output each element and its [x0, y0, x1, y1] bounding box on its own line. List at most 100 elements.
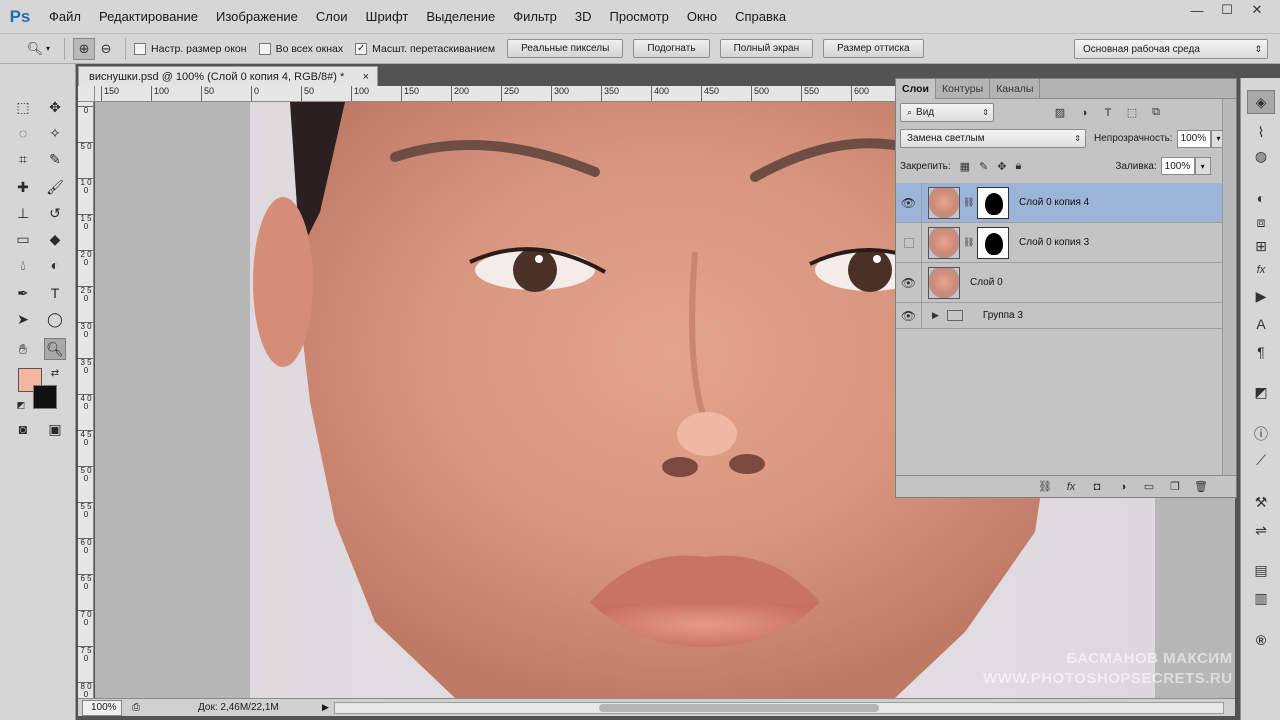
- layer-name[interactable]: Слой 0 копия 3: [1019, 237, 1089, 248]
- all-windows-checkbox[interactable]: Во всех окнах: [258, 42, 343, 55]
- layer-row[interactable]: ⛓︎ Слой 0 копия 3: [896, 223, 1222, 263]
- ruler-origin[interactable]: [78, 86, 95, 102]
- mask-link-icon[interactable]: ⛓︎: [963, 197, 974, 208]
- workspace-select[interactable]: Основная рабочая среда ⇕: [1074, 39, 1268, 59]
- print-size-button[interactable]: Размер оттиска: [823, 39, 924, 58]
- screen-mode-icon[interactable]: ▣: [44, 418, 66, 440]
- blend-mode-select[interactable]: Замена светлым ⇕: [900, 129, 1086, 148]
- properties-panel-icon[interactable]: ⧈: [1247, 210, 1275, 234]
- layers-panel-icon[interactable]: ◈: [1247, 90, 1275, 114]
- zoom-tool-preset-icon[interactable]: 🔍︎: [24, 38, 46, 60]
- channels-panel-icon[interactable]: ◍: [1247, 144, 1275, 168]
- notes-panel-icon[interactable]: ▤: [1247, 558, 1275, 582]
- trash-icon[interactable]: 🗑︎: [1188, 480, 1214, 493]
- brush-presets-icon[interactable]: ⇌: [1247, 518, 1275, 542]
- paragraph-panel-icon[interactable]: ¶: [1247, 340, 1275, 364]
- document-size[interactable]: Док: 2,46M/22,1M: [198, 702, 279, 713]
- brush-tool-icon[interactable]: 🖌︎: [44, 176, 66, 198]
- tool-presets-icon[interactable]: ⚒: [1247, 490, 1275, 514]
- zoom-level-input[interactable]: 100%: [82, 699, 122, 716]
- document-tab[interactable]: виснушки.psd @ 100% (Слой 0 копия 4, RGB…: [78, 66, 378, 86]
- menu-filter[interactable]: Фильтр: [504, 9, 566, 24]
- menu-file[interactable]: Файл: [40, 9, 90, 24]
- panel-scrollbar[interactable]: [1222, 99, 1236, 475]
- zoom-tool-icon[interactable]: 🔍︎: [44, 338, 66, 360]
- tab-paths[interactable]: Контуры: [936, 79, 991, 99]
- expand-arrow-icon[interactable]: ▶: [932, 310, 939, 321]
- mask-link-icon[interactable]: ⛓︎: [963, 237, 974, 248]
- visibility-eye-icon[interactable]: 👁︎: [896, 303, 922, 328]
- clone-source-icon[interactable]: ▥: [1247, 586, 1275, 610]
- swap-colors-icon[interactable]: ⇄: [44, 362, 66, 384]
- status-menu-arrow-icon[interactable]: ▶: [322, 702, 329, 713]
- adjustment-filter-icon[interactable]: ◑: [1076, 105, 1092, 121]
- menu-edit[interactable]: Редактирование: [90, 9, 207, 24]
- full-screen-button[interactable]: Полный экран: [719, 39, 814, 58]
- lock-transparency-icon[interactable]: ▦: [960, 160, 970, 173]
- visibility-eye-icon[interactable]: 👁︎: [896, 183, 922, 222]
- default-colors-icon[interactable]: ◩: [10, 394, 32, 416]
- ellipse-tool-icon[interactable]: ◯: [44, 308, 66, 330]
- zoom-out-icon[interactable]: ⊖: [95, 38, 117, 60]
- menu-type[interactable]: Шрифт: [357, 9, 418, 24]
- history-brush-icon[interactable]: ↺: [44, 202, 66, 224]
- pixel-filter-icon[interactable]: ▨: [1052, 105, 1068, 121]
- link-layers-icon[interactable]: ⛓︎: [1032, 480, 1058, 493]
- hand-tool-icon[interactable]: ✋︎: [12, 338, 34, 360]
- paths-panel-icon[interactable]: ⌇: [1247, 120, 1275, 144]
- layer-thumbnail[interactable]: [928, 186, 960, 219]
- layer-row[interactable]: 👁︎ ▶ Группа 3: [896, 303, 1222, 329]
- scrollbar-thumb[interactable]: [599, 704, 879, 712]
- tab-channels[interactable]: Каналы: [990, 79, 1041, 99]
- crop-tool-icon[interactable]: ⌗: [12, 148, 34, 170]
- shape-filter-icon[interactable]: ⬚: [1124, 105, 1140, 121]
- preset-chevron-down-icon[interactable]: ▾: [46, 44, 50, 53]
- layer-row[interactable]: 👁︎ Слой 0: [896, 263, 1222, 303]
- fill-chevron-down-icon[interactable]: ▾: [1194, 157, 1211, 175]
- maximize-button[interactable]: ☐: [1212, 0, 1242, 20]
- horizontal-scrollbar[interactable]: [334, 702, 1224, 714]
- adjustments-panel-icon[interactable]: ◐: [1247, 186, 1275, 210]
- fill-input[interactable]: 100%: [1160, 157, 1195, 175]
- status-export-icon[interactable]: ⎙: [132, 702, 140, 713]
- healing-brush-icon[interactable]: ✚: [12, 176, 34, 198]
- visibility-off-box[interactable]: [896, 223, 922, 262]
- fx-icon[interactable]: fx: [1058, 481, 1084, 493]
- character-panel-icon[interactable]: A: [1247, 312, 1275, 336]
- add-mask-icon[interactable]: ◘: [1084, 481, 1110, 493]
- visibility-eye-icon[interactable]: 👁︎: [896, 263, 922, 302]
- layer-name[interactable]: Слой 0: [970, 277, 1003, 288]
- group-name[interactable]: Группа 3: [983, 310, 1023, 321]
- lock-all-icon[interactable]: 🔒︎: [1016, 160, 1022, 173]
- close-button[interactable]: ✕: [1242, 0, 1272, 20]
- fx-panel-icon[interactable]: fx: [1247, 258, 1275, 282]
- new-group-icon[interactable]: ▭: [1136, 480, 1162, 493]
- horizontal-ruler[interactable]: 150 100 50 0 50 100 150 200 250 300 350 …: [95, 86, 895, 102]
- histogram-panel-icon[interactable]: ⟋: [1247, 448, 1275, 472]
- menu-layer[interactable]: Слои: [307, 9, 357, 24]
- clone-stamp-icon[interactable]: ⊥: [12, 202, 34, 224]
- scrubby-zoom-checkbox[interactable]: ✓ Масшт. перетаскиванием: [355, 42, 495, 55]
- lock-position-icon[interactable]: ✥: [997, 160, 1006, 173]
- pen-tool-icon[interactable]: ✒: [12, 282, 34, 304]
- marquee-tool-icon[interactable]: ⬚: [12, 96, 34, 118]
- quick-select-tool-icon[interactable]: ✧: [44, 122, 66, 144]
- info-panel-icon[interactable]: ⓘ: [1247, 422, 1275, 446]
- close-tab-icon[interactable]: ×: [363, 71, 369, 83]
- layer-thumbnail[interactable]: [928, 226, 960, 259]
- eraser-tool-icon[interactable]: ▭: [12, 228, 34, 250]
- checkbox-box[interactable]: [258, 42, 271, 55]
- r-badge-icon[interactable]: ®: [1247, 628, 1275, 652]
- quick-mask-icon[interactable]: ◙: [12, 418, 34, 440]
- layer-mask-thumbnail[interactable]: [977, 226, 1009, 259]
- menu-view[interactable]: Просмотр: [601, 9, 678, 24]
- background-color-swatch[interactable]: [33, 385, 57, 409]
- dodge-tool-icon[interactable]: ◐: [44, 254, 66, 276]
- styles-panel-icon[interactable]: ⊞: [1247, 234, 1275, 258]
- menu-help[interactable]: Справка: [726, 9, 795, 24]
- new-layer-icon[interactable]: ❐: [1162, 480, 1188, 493]
- type-tool-icon[interactable]: T: [44, 282, 66, 304]
- menu-image[interactable]: Изображение: [207, 9, 307, 24]
- layer-mask-thumbnail[interactable]: [977, 186, 1009, 219]
- vertical-ruler[interactable]: 0 5 0 1 0 0 1 5 0 2 0 0 2 5 0 3 0 0 3 5 …: [78, 102, 94, 698]
